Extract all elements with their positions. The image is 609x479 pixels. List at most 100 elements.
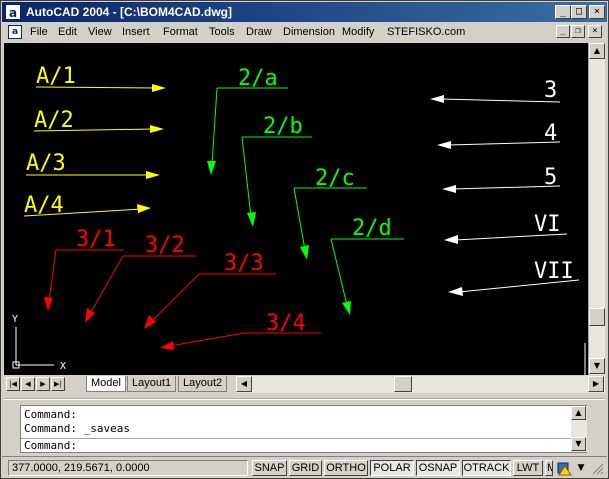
arrowhead-a2 — [150, 125, 164, 133]
minimize-button[interactable]: _ — [555, 5, 571, 19]
horizontal-scrollbar[interactable]: ◀ ▶ — [236, 376, 605, 393]
arrowhead-31 — [44, 297, 53, 311]
osnap-toggle[interactable]: OSNAP — [416, 460, 460, 476]
menu-stefisko[interactable]: STEFISKO.com — [387, 26, 465, 38]
menu-file[interactable]: File — [30, 26, 48, 38]
arrowhead-2c — [300, 245, 309, 260]
tab-layout1[interactable]: Layout1 — [127, 376, 177, 392]
arrowhead-a4 — [137, 204, 151, 213]
otrack-toggle[interactable]: OTRACK — [462, 460, 511, 476]
doc-close-button[interactable]: × — [588, 25, 602, 38]
arrowhead-32 — [85, 308, 95, 323]
command-scroll-up[interactable]: ▲ — [571, 406, 586, 420]
scroll-up-button[interactable]: ▲ — [589, 43, 605, 59]
layout-tab-bar: |◀ ◀ ▶ ▶| Model Layout1 Layout2 ◀ ▶ — [4, 376, 605, 393]
label-2b: 2/b — [263, 114, 303, 139]
menu-bar: a File Edit View Insert Format Tools Dra… — [2, 22, 607, 42]
label-33: 3/3 — [224, 251, 264, 276]
label-vi: VI — [534, 212, 561, 237]
arrowhead-3 — [430, 95, 444, 103]
command-scroll-down[interactable]: ▼ — [571, 437, 586, 451]
vertical-scrollbar[interactable]: ▲ ▼ — [588, 43, 605, 375]
menu-modify[interactable]: Modify — [342, 26, 374, 38]
close-button[interactable]: × — [589, 5, 605, 19]
label-32: 3/2 — [145, 233, 185, 258]
snap-toggle[interactable]: SNAP — [252, 460, 287, 476]
title-bar[interactable]: a AutoCAD 2004 - [C:\BOM4CAD.dwg] _ □ × — [2, 2, 607, 22]
label-2a: 2/a — [238, 66, 278, 91]
leader-32 — [89, 255, 124, 315]
arrowhead-a1 — [152, 84, 166, 92]
menu-view[interactable]: View — [88, 26, 112, 38]
menu-draw[interactable]: Draw — [246, 26, 272, 38]
menu-format[interactable]: Format — [163, 26, 198, 38]
label-2d: 2/d — [352, 216, 392, 241]
leader-31 — [48, 249, 57, 302]
status-menu-arrow-icon[interactable]: ▼ — [576, 462, 586, 474]
arrowhead-2d — [342, 301, 351, 315]
arrowhead-2b — [247, 212, 256, 227]
size-grip-icon[interactable] — [592, 463, 604, 475]
label-31: 3/1 — [76, 227, 116, 252]
tab-model[interactable]: Model — [86, 376, 126, 392]
leader-2c — [293, 187, 306, 251]
horizontal-scroll-thumb[interactable] — [394, 376, 412, 392]
label-vii: VII — [534, 259, 574, 284]
arrowhead-2a — [207, 161, 216, 175]
leader-3 — [440, 98, 561, 103]
leader-2a — [211, 87, 218, 166]
menu-tools[interactable]: Tools — [209, 26, 235, 38]
scroll-right-button[interactable]: ▶ — [588, 376, 604, 392]
drawing-svg: A/1 A/2 A/3 A/4 2/a 2/b 2/c 2/d 3/1 3/2 … — [12, 64, 586, 375]
comm-center-icon[interactable] — [556, 460, 572, 476]
tab-last-button[interactable]: ▶| — [51, 377, 65, 391]
leader-vii — [458, 279, 580, 293]
command-history-line: Command: _saveas — [24, 422, 130, 435]
doc-minimize-button[interactable]: _ — [556, 25, 570, 38]
tab-next-button[interactable]: ▶ — [36, 377, 50, 391]
window-title: AutoCAD 2004 - [C:\BOM4CAD.dwg] — [26, 5, 232, 19]
autocad-app-icon[interactable]: a — [5, 4, 21, 20]
leader-33 — [150, 273, 200, 323]
scroll-down-button[interactable]: ▼ — [589, 358, 605, 374]
menu-edit[interactable]: Edit — [58, 26, 77, 38]
label-34: 3/4 — [266, 311, 306, 336]
model-toggle[interactable]: MODEL — [545, 460, 553, 476]
label-a2: A/2 — [34, 108, 74, 133]
tab-prev-button[interactable]: ◀ — [21, 377, 35, 391]
tab-layout2[interactable]: Layout2 — [178, 376, 228, 392]
label-a3: A/3 — [26, 151, 66, 176]
document-icon[interactable]: a — [8, 25, 22, 39]
label-2c: 2/c — [315, 166, 355, 191]
grid-toggle[interactable]: GRID — [289, 460, 322, 476]
polar-toggle[interactable]: POLAR — [370, 460, 414, 476]
doc-restore-button[interactable]: ❐ — [571, 25, 585, 38]
red-group: 3/1 3/2 3/3 3/4 — [44, 227, 321, 350]
lwt-toggle[interactable]: LWT — [513, 460, 543, 476]
command-scrollbar[interactable]: ▲ ▼ — [571, 406, 587, 452]
leader-vi — [454, 233, 568, 241]
arrowhead-vii — [448, 287, 463, 296]
menu-dimension[interactable]: Dimension — [283, 26, 335, 38]
arrowhead-4 — [437, 141, 451, 149]
green-group: 2/a 2/b 2/c 2/d — [207, 66, 404, 315]
coordinate-readout[interactable]: 377.0000, 219.5671, 0.0000 — [8, 460, 248, 476]
command-prompt[interactable]: Command: — [24, 439, 77, 452]
yellow-group: A/1 A/2 A/3 A/4 — [23, 64, 166, 218]
command-history-line: Command: — [24, 408, 77, 421]
tab-first-button[interactable]: |◀ — [6, 377, 20, 391]
autocad-window: a AutoCAD 2004 - [C:\BOM4CAD.dwg] _ □ × … — [0, 0, 609, 479]
ortho-toggle[interactable]: ORTHO — [324, 460, 368, 476]
arrowhead-vi — [444, 235, 458, 244]
label-3: 3 — [544, 78, 557, 103]
maximize-button[interactable]: □ — [571, 5, 587, 19]
menu-insert[interactable]: Insert — [122, 26, 150, 38]
command-history[interactable]: Command: Command: _saveas Command: ▲ ▼ — [20, 405, 587, 453]
scroll-left-button[interactable]: ◀ — [236, 376, 252, 392]
arrowhead-34 — [160, 341, 174, 350]
drawing-canvas[interactable]: A/1 A/2 A/3 A/4 2/a 2/b 2/c 2/d 3/1 3/2 … — [4, 43, 588, 375]
vertical-scroll-thumb[interactable] — [589, 308, 605, 326]
leader-2d — [330, 238, 348, 306]
command-window: Command: Command: _saveas Command: ▲ ▼ — [4, 398, 605, 453]
white-group: 3 4 5 VI VII — [430, 78, 580, 296]
